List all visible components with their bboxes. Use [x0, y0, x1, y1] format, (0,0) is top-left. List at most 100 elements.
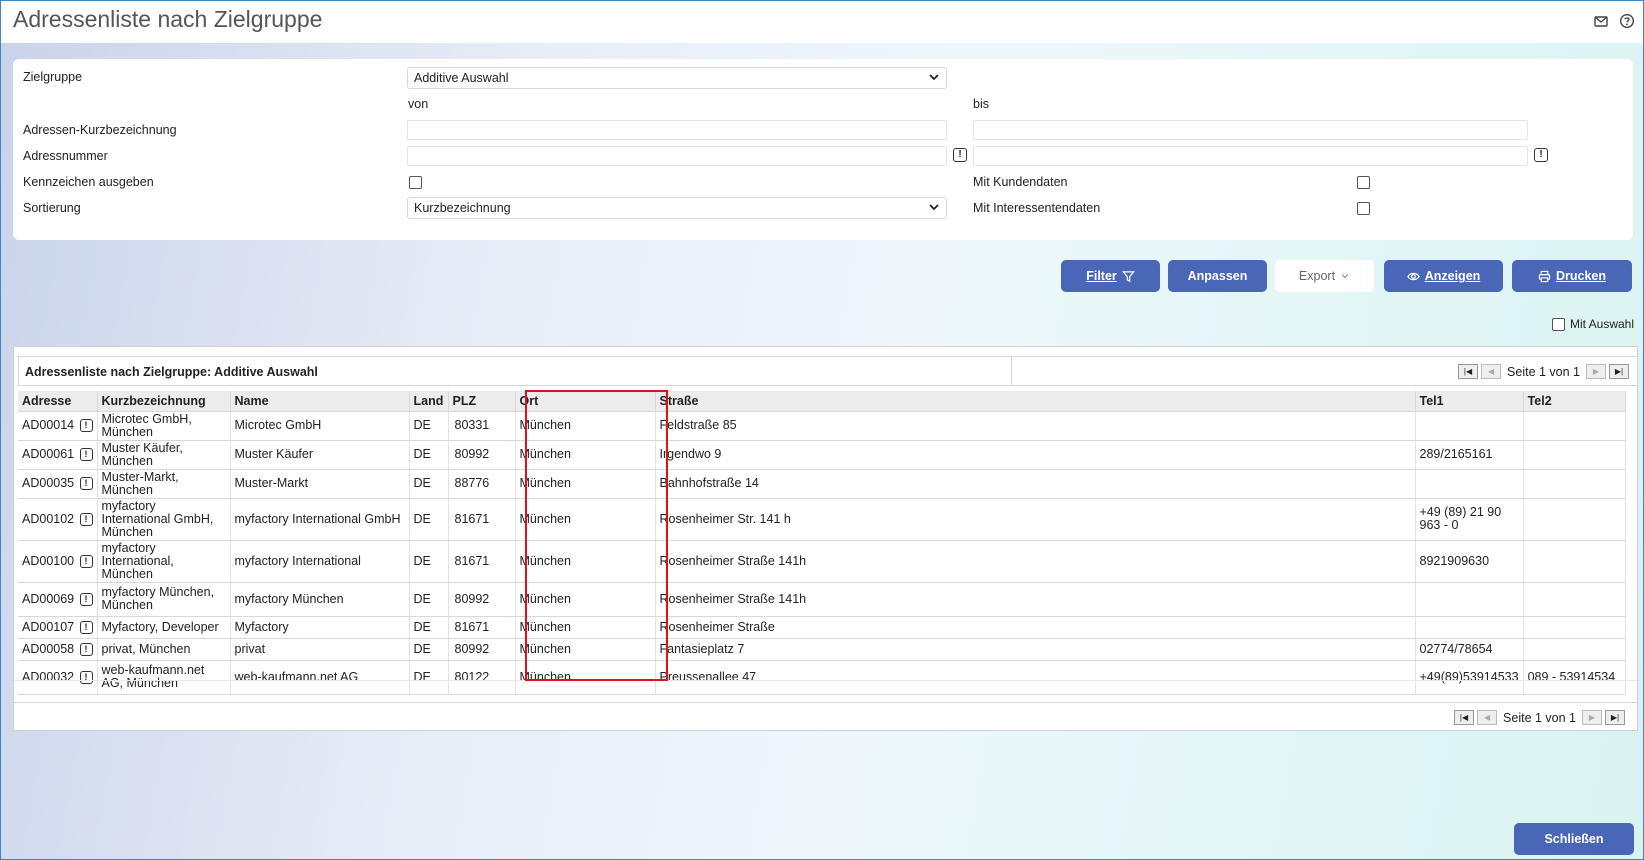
cell-ort: München	[515, 582, 656, 617]
cell-tel1	[1415, 469, 1524, 499]
info-icon[interactable]: !	[79, 448, 93, 461]
info-icon[interactable]: !	[79, 554, 93, 568]
adressnummer-von-lookup-icon[interactable]: !	[953, 148, 967, 162]
column-header[interactable]: Name	[230, 391, 410, 412]
title-bar: Adressenliste nach Zielgruppe	[1, 1, 1643, 43]
cell-tel1	[1415, 411, 1524, 441]
column-header[interactable]: Tel2	[1523, 391, 1626, 412]
column-header[interactable]: Kurzbezeichnung	[97, 391, 231, 412]
cell-ort: München	[515, 638, 656, 661]
cell-land: DE	[409, 440, 449, 470]
drucken-button[interactable]: Drucken	[1512, 260, 1632, 292]
adressnummer-bis-lookup-icon[interactable]: !	[1534, 148, 1548, 162]
adresse-value: AD00069	[22, 591, 75, 606]
pager-bottom: |◀ ◀ Seite 1 von 1 ▶ ▶|	[1454, 710, 1625, 725]
mail-icon[interactable]	[1593, 13, 1609, 29]
info-icon[interactable]: !	[79, 642, 93, 656]
column-header[interactable]: PLZ	[448, 391, 516, 412]
close-button[interactable]: Schließen	[1514, 823, 1634, 855]
cell-tel2	[1523, 411, 1626, 441]
cell-adresse: AD00069!	[18, 582, 98, 617]
kennzeichen-label: Kennzeichen ausgeben	[23, 175, 154, 189]
cell-name: myfactory München	[230, 582, 410, 617]
info-icon[interactable]: !	[79, 477, 93, 490]
next-page-icon[interactable]: ▶	[1582, 710, 1602, 725]
info-icon[interactable]: !	[79, 670, 93, 684]
cell-plz: 80122	[448, 660, 516, 695]
zielgruppe-label: Zielgruppe	[23, 70, 83, 84]
cell-plz: 80992	[448, 638, 516, 661]
anzeigen-button[interactable]: Anzeigen	[1384, 260, 1503, 292]
cell-strasse: Rosenheimer Straße 141h	[655, 540, 1416, 583]
next-page-icon[interactable]: ▶	[1586, 364, 1606, 379]
column-header[interactable]: Ort	[515, 391, 656, 412]
last-page-icon[interactable]: ▶|	[1605, 710, 1625, 725]
cell-name: myfactory International	[230, 540, 410, 583]
kurzbez-bis-input[interactable]	[973, 120, 1528, 140]
first-page-icon[interactable]: |◀	[1454, 710, 1475, 725]
cell-plz: 80992	[448, 440, 516, 470]
info-icon[interactable]: !	[79, 592, 93, 606]
cell-name: Microtec GmbH	[230, 411, 410, 441]
table-row[interactable]: AD00032! web-kaufmann.net AG, München web-…	[18, 660, 1626, 695]
cell-adresse: AD00061!	[18, 440, 98, 470]
sortierung-select[interactable]: Kurzbezeichnung	[407, 197, 947, 219]
cell-strasse: Rosenheimer Str. 141 h	[655, 498, 1416, 541]
adresse-value: AD00061	[22, 447, 75, 461]
prev-page-icon[interactable]: ◀	[1481, 364, 1502, 379]
column-header[interactable]: Adresse	[18, 391, 98, 412]
pager-text: Seite 1 von 1	[1503, 710, 1576, 725]
kurzbez-label: Adressen-Kurzbezeichnung	[23, 123, 177, 137]
cell-name: Muster-Markt	[230, 469, 410, 499]
cell-kurz: Muster-Markt, München	[97, 469, 231, 499]
info-icon[interactable]: !	[79, 512, 93, 526]
first-page-icon[interactable]: |◀	[1458, 364, 1479, 379]
table-row[interactable]: AD00069! myfactory München, München myfact…	[18, 582, 1626, 617]
table-row[interactable]: AD00035! Muster-Markt, München Muster-Mark…	[18, 469, 1626, 499]
column-header[interactable]: Land	[409, 391, 449, 412]
column-header[interactable]: Tel1	[1415, 391, 1524, 412]
last-page-icon[interactable]: ▶|	[1609, 364, 1629, 379]
table-row[interactable]: AD00061! Muster Käufer, München Muster Käu…	[18, 440, 1626, 470]
filter-button[interactable]: Filter	[1061, 260, 1160, 292]
cell-adresse: AD00035!	[18, 469, 98, 499]
table-row[interactable]: AD00102! myfactory International GmbH, Mü…	[18, 498, 1626, 541]
mit-auswahl-label: Mit Auswahl	[1570, 317, 1635, 331]
info-icon[interactable]: !	[79, 620, 93, 634]
adressnummer-von-input[interactable]	[407, 146, 947, 166]
kennzeichen-checkbox[interactable]	[409, 176, 422, 189]
info-icon[interactable]: !	[79, 419, 93, 432]
adressnummer-bis-input[interactable]	[973, 146, 1528, 166]
kurzbez-von-input[interactable]	[407, 120, 947, 140]
cell-land: DE	[409, 582, 449, 617]
cell-ort: München	[515, 498, 656, 541]
adresse-value: AD00107	[22, 619, 75, 634]
mit-auswahl-checkbox[interactable]	[1552, 318, 1565, 331]
interessentendaten-checkbox[interactable]	[1357, 202, 1370, 215]
table-row[interactable]: AD00058! privat, München privat DE 80992 Münc…	[18, 638, 1626, 661]
pager-top: |◀ ◀ Seite 1 von 1 ▶ ▶|	[1458, 364, 1629, 379]
cell-kurz: Muster Käufer, München	[97, 440, 231, 470]
zielgruppe-select[interactable]: Additive Auswahl	[407, 67, 947, 89]
table-row[interactable]: AD00107! Myfactory, Developer Myfactory DE 8…	[18, 616, 1626, 639]
table-row[interactable]: AD00100! myfactory International, München…	[18, 540, 1626, 583]
pager-text: Seite 1 von 1	[1507, 364, 1580, 379]
sortierung-label: Sortierung	[23, 201, 81, 215]
filter-button-label: Filter	[1086, 269, 1117, 283]
column-header[interactable]: Straße	[655, 391, 1416, 412]
cell-name: web-kaufmann.net AG	[230, 660, 410, 695]
cell-ort: München	[515, 411, 656, 441]
page-title: Adressenliste nach Zielgruppe	[13, 6, 323, 32]
help-icon[interactable]	[1619, 13, 1635, 29]
export-button[interactable]: Export	[1275, 260, 1374, 292]
kundendaten-checkbox[interactable]	[1357, 176, 1370, 189]
cell-name: Muster Käufer	[230, 440, 410, 470]
cell-kurz: privat, München	[97, 638, 231, 661]
cell-tel2	[1523, 469, 1626, 499]
anpassen-button[interactable]: Anpassen	[1168, 260, 1267, 292]
cell-plz: 88776	[448, 469, 516, 499]
von-label: von	[408, 97, 429, 111]
prev-page-icon[interactable]: ◀	[1477, 710, 1498, 725]
cell-adresse: AD00102!	[18, 498, 98, 541]
table-row[interactable]: AD00014! Microtec GmbH, München Microtec G…	[18, 411, 1626, 441]
